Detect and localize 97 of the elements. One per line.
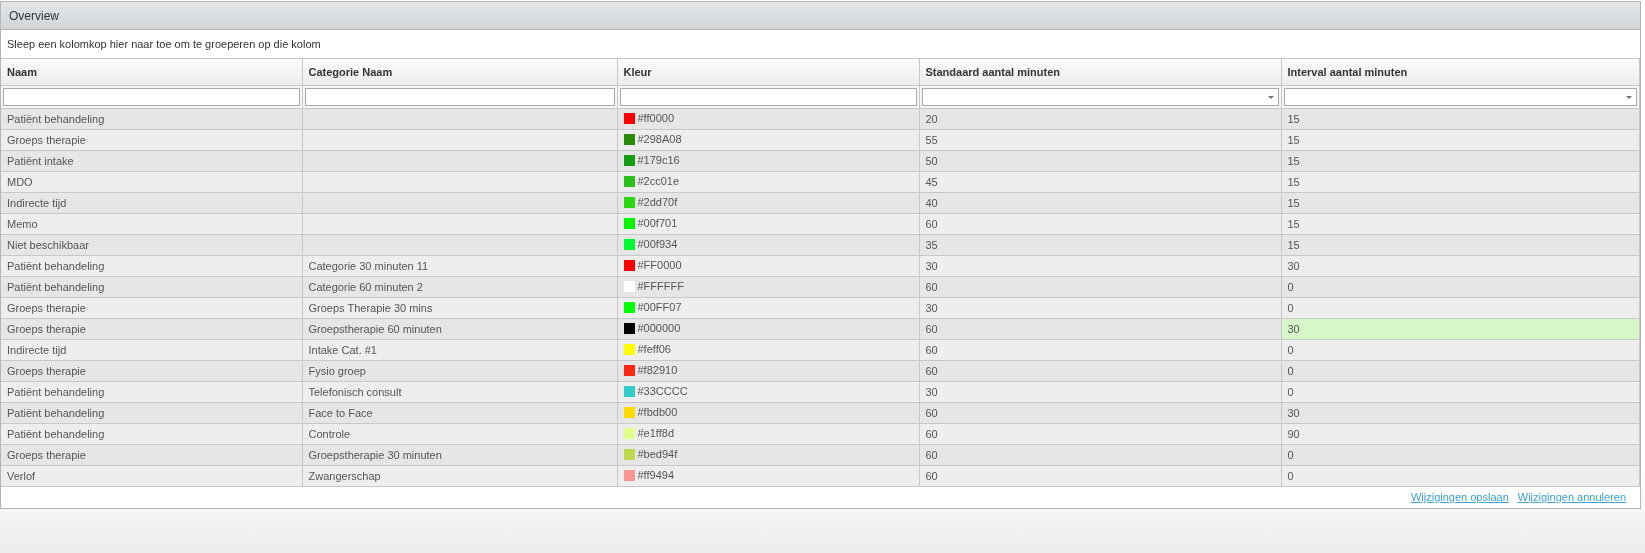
table-cell: Face to Face [302,402,617,424]
group-hint: Sleep een kolomkop hier naar toe om te groeperen op die kolom [7,38,321,50]
color-code: #fbdb00 [637,406,678,419]
color-code: #00f701 [637,217,678,230]
color-code: #e1ff8d [637,427,674,440]
filter-dropdown[interactable] [1283,88,1637,106]
table-cell: Patiënt behandeling [1,276,302,298]
table-cell: Groepstherapie 30 minuten [302,444,617,466]
color-code: #feff06 [637,343,671,356]
table-cell: 60 [919,360,1281,382]
table-cell: Intake Cat. #1 [302,339,617,361]
table-cell: 30 [919,381,1281,403]
color-code: #f82910 [637,364,678,377]
table-cell: Patiënt behandeling [1,402,302,424]
color-code: #2cc01e [637,175,680,188]
table-cell: Categorie 30 minuten 11 [302,255,617,277]
table-cell[interactable]: 15 [1281,192,1640,214]
column-header[interactable]: Kleur [617,59,919,86]
caret-icon [1267,96,1274,99]
table-cell: 50 [919,150,1281,172]
table-cell: Verlof [1,465,302,487]
table-cell[interactable]: 30 [1281,255,1640,277]
table-cell: Groepstherapie 60 minuten [302,318,617,340]
table-cell[interactable]: 0 [1281,381,1640,403]
column-header[interactable]: Standaard aantal minuten [919,59,1281,86]
table-cell: Groeps therapie [1,129,302,151]
table-cell: 60 [919,465,1281,487]
color-code: #298A08 [637,133,682,146]
column-header[interactable]: Categorie Naam [302,59,617,86]
table-cell: Groeps Therapie 30 mins [302,297,617,319]
table-cell[interactable]: 0 [1281,465,1640,487]
color-code: #00f934 [637,238,678,251]
color-code: #ff0000 [637,112,674,125]
table-cell[interactable]: 15 [1281,234,1640,256]
table-cell: 60 [919,213,1281,235]
color-code: #bed94f [637,448,678,461]
table-cell: MDO [1,171,302,193]
table-cell: Groeps therapie [1,360,302,382]
filter-field[interactable] [3,88,300,106]
color-code: #00FF07 [637,301,682,314]
table-cell: Patiënt behandeling [1,423,302,445]
table-cell[interactable]: 0 [1281,339,1640,361]
table-cell: 30 [919,297,1281,319]
table-cell: 60 [919,318,1281,340]
table-cell: 45 [919,171,1281,193]
table-cell[interactable]: 15 [1281,171,1640,193]
table-cell: 30 [919,255,1281,277]
table-cell: Niet beschikbaar [1,234,302,256]
color-code: #000000 [637,322,681,335]
table-cell[interactable]: 15 [1281,213,1640,235]
table-cell: Indirecte tijd [1,339,302,361]
table-cell[interactable]: 15 [1281,129,1640,151]
table-cell[interactable]: 30 [1281,402,1640,424]
table-cell[interactable]: 90 [1281,423,1640,445]
table-cell: 55 [919,129,1281,151]
table-cell[interactable]: 30 [1281,318,1640,340]
table-cell: Memo [1,213,302,235]
table-cell[interactable]: 0 [1281,360,1640,382]
table-cell: 20 [919,108,1281,130]
table-cell: 60 [919,444,1281,466]
column-header[interactable]: Naam [1,59,302,86]
table-cell: 60 [919,339,1281,361]
color-code: #179c16 [637,154,680,167]
filter-field[interactable] [619,88,917,106]
color-code: #33CCCC [637,385,688,398]
filter-field[interactable] [304,88,615,106]
table-cell: 60 [919,423,1281,445]
table-cell: Patiënt intake [1,150,302,172]
table-cell: Indirecte tijd [1,192,302,214]
table-cell: Patiënt behandeling [1,381,302,403]
color-code: #ff9494 [637,469,674,482]
table-cell: Zwangerschap [302,465,617,487]
table-cell[interactable]: 15 [1281,150,1640,172]
table-cell: Patiënt behandeling [1,108,302,130]
table-cell: Patiënt behandeling [1,255,302,277]
table-cell[interactable]: 0 [1281,297,1640,319]
table-cell: Categorie 60 minuten 2 [302,276,617,298]
color-code: #2dd70f [637,196,678,209]
table-cell: Telefonisch consult [302,381,617,403]
color-code: #FFFFFF [637,280,684,293]
table-cell: 35 [919,234,1281,256]
filter-dropdown[interactable] [921,88,1279,106]
table-cell: 40 [919,192,1281,214]
table-cell: Groeps therapie [1,297,302,319]
caret-icon [1626,96,1632,99]
table-cell: Groeps therapie [1,318,302,340]
column-header[interactable]: Interval aantal minuten [1281,59,1640,86]
table-cell[interactable]: 15 [1281,108,1640,130]
color-code: #FF0000 [637,259,682,272]
table-cell: Groeps therapie [1,444,302,466]
table-cell: 60 [919,276,1281,298]
table-cell[interactable]: 0 [1281,276,1640,298]
table-cell: Controle [302,423,617,445]
table-cell[interactable]: 0 [1281,444,1640,466]
table-cell: Fysio groep [302,360,617,382]
panel-title: Overview [9,8,59,23]
table-cell: 60 [919,402,1281,424]
